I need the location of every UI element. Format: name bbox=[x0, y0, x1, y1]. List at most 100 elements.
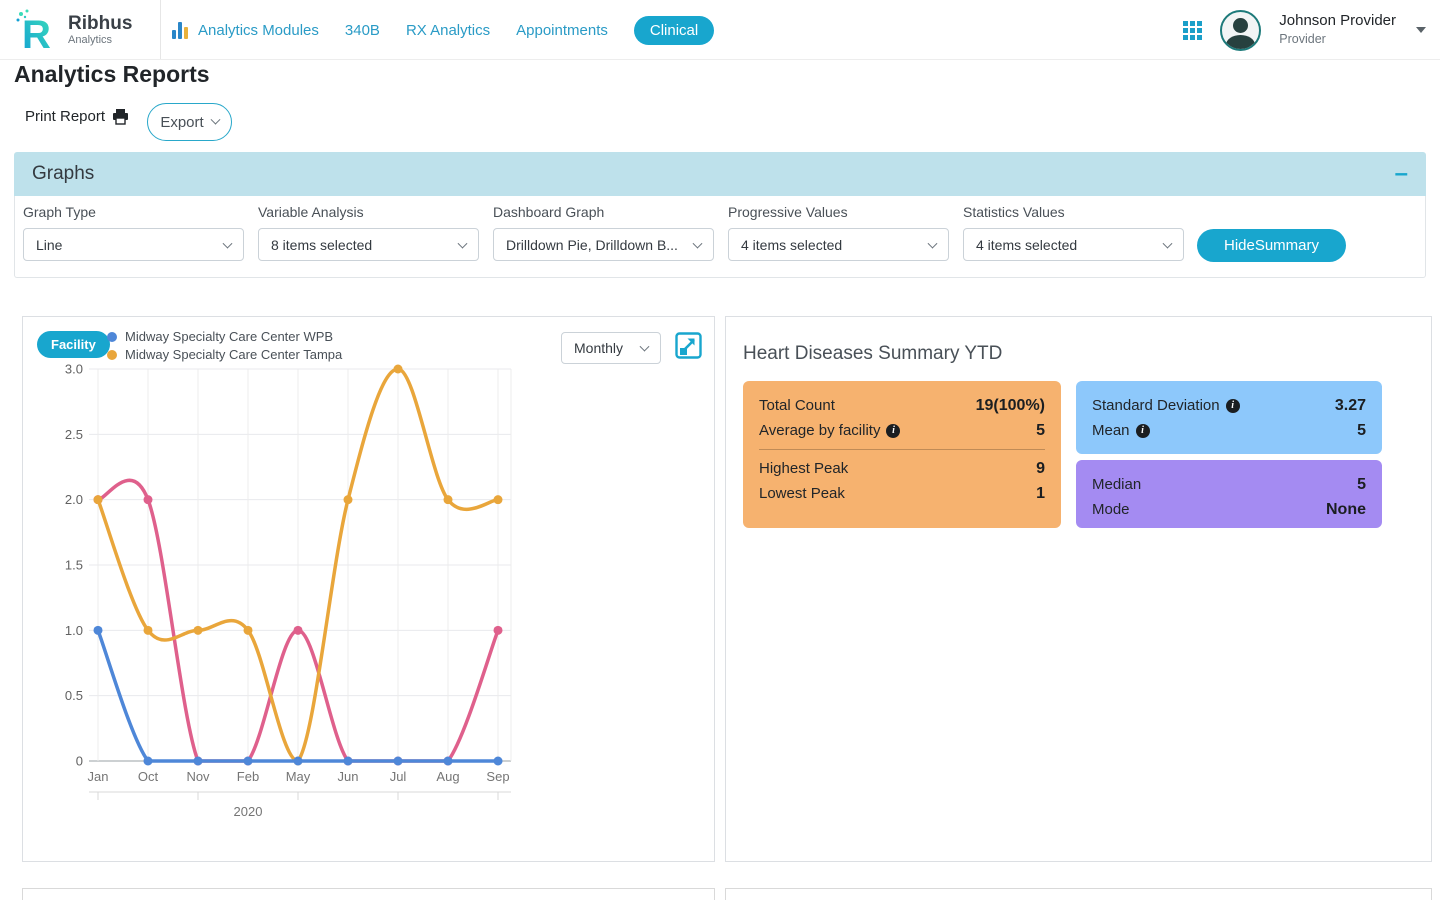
chevron-down-icon bbox=[1163, 238, 1173, 248]
facility-chart-panel: Facility Midway Specialty Care Center WP… bbox=[22, 316, 715, 862]
svg-text:0: 0 bbox=[76, 754, 83, 769]
statistics-values-select[interactable]: 4 items selected bbox=[963, 228, 1184, 261]
chevron-down-icon bbox=[640, 342, 650, 352]
row-label: Average by facility bbox=[759, 422, 880, 439]
apps-grid-icon[interactable] bbox=[1183, 21, 1202, 40]
svg-text:May: May bbox=[286, 769, 311, 784]
ribhus-logo-icon: R bbox=[14, 7, 60, 53]
svg-text:1.5: 1.5 bbox=[65, 558, 83, 573]
facility-trend-chart: 3.02.52.01.51.00.50JanOctNovFebMayJunJul… bbox=[43, 359, 693, 839]
summary-card-statistics: Standard Deviation i 3.27 Meani 5 bbox=[1076, 381, 1382, 454]
filter-graph-type: Graph Type Line bbox=[23, 204, 244, 261]
filter-variable-analysis: Variable Analysis 8 items selected bbox=[258, 204, 479, 261]
graphs-section-header[interactable]: Graphs – bbox=[14, 152, 1426, 196]
filter-statistics-values: Statistics Values 4 items selected bbox=[963, 204, 1184, 261]
summary-row-median: Median 5 bbox=[1092, 472, 1366, 497]
summary-card-median-mode: Median 5 Mode None bbox=[1076, 460, 1382, 528]
nav-item-analytics-modules[interactable]: Analytics Modules bbox=[198, 22, 319, 39]
svg-text:Nov: Nov bbox=[186, 769, 210, 784]
export-button[interactable]: Export bbox=[147, 103, 232, 141]
row-label: Mode bbox=[1092, 501, 1130, 518]
print-report-button[interactable]: Print Report bbox=[25, 108, 129, 125]
svg-text:3.0: 3.0 bbox=[65, 362, 83, 377]
chart-legend: Midway Specialty Care Center WPBMidway S… bbox=[107, 329, 342, 362]
variable-analysis-select[interactable]: 8 items selected bbox=[258, 228, 479, 261]
filter-label: Dashboard Graph bbox=[493, 204, 714, 220]
svg-text:2.5: 2.5 bbox=[65, 427, 83, 442]
statistics-values-value: 4 items selected bbox=[976, 237, 1077, 253]
variable-analysis-value: 8 items selected bbox=[271, 237, 372, 253]
legend-dot-icon bbox=[107, 350, 117, 360]
summary-title: Heart Diseases Summary YTD bbox=[743, 343, 1002, 365]
legend-label: Midway Specialty Care Center WPB bbox=[125, 329, 333, 344]
chevron-down-icon bbox=[458, 238, 468, 248]
nav-links: Analytics Modules 340B RX Analytics Appo… bbox=[172, 0, 714, 60]
filter-label: Statistics Values bbox=[963, 204, 1184, 220]
filter-dashboard-graph: Dashboard Graph Drilldown Pie, Drilldown… bbox=[493, 204, 714, 261]
facility-button[interactable]: Facility bbox=[37, 331, 110, 358]
row-value: 5 bbox=[1036, 422, 1045, 440]
row-label: Total Count bbox=[759, 397, 835, 414]
svg-text:1.0: 1.0 bbox=[65, 623, 83, 638]
collapse-minus-icon[interactable]: – bbox=[1395, 164, 1408, 184]
graphs-section-title: Graphs bbox=[32, 163, 94, 185]
row-value: 3.27 bbox=[1335, 397, 1366, 415]
brand-title: Ribhus bbox=[68, 14, 132, 34]
info-icon[interactable]: i bbox=[886, 424, 900, 438]
svg-text:Feb: Feb bbox=[237, 769, 259, 784]
progressive-values-select[interactable]: 4 items selected bbox=[728, 228, 949, 261]
svg-text:R: R bbox=[22, 13, 51, 53]
user-name: Johnson Provider bbox=[1279, 12, 1396, 30]
graph-type-select[interactable]: Line bbox=[23, 228, 244, 261]
row-value: 19(100%) bbox=[976, 397, 1045, 415]
row-value: 5 bbox=[1357, 422, 1366, 440]
legend-item[interactable]: Midway Specialty Care Center WPB bbox=[107, 329, 342, 344]
summary-row-lowest-peak: Lowest Peak 1 bbox=[759, 481, 1045, 506]
top-navbar: R Ribhus Analytics Analytics Modules 340… bbox=[0, 0, 1440, 60]
user-menu-caret-icon[interactable] bbox=[1416, 27, 1426, 33]
chevron-down-icon bbox=[693, 238, 703, 248]
print-report-label: Print Report bbox=[25, 108, 105, 125]
export-label: Export bbox=[160, 114, 203, 131]
expand-chart-button[interactable] bbox=[675, 332, 702, 359]
svg-text:0.5: 0.5 bbox=[65, 688, 83, 703]
summary-row-stddev: Standard Deviation i 3.27 bbox=[1092, 393, 1366, 418]
nav-item-340b[interactable]: 340B bbox=[345, 22, 380, 39]
summary-row-highest-peak: Highest Peak 9 bbox=[759, 456, 1045, 481]
nav-divider bbox=[160, 0, 161, 59]
user-avatar[interactable] bbox=[1220, 10, 1261, 51]
next-panel-left-stub bbox=[22, 888, 715, 900]
dashboard-graph-select[interactable]: Drilldown Pie, Drilldown B... bbox=[493, 228, 714, 261]
svg-text:2020: 2020 bbox=[234, 804, 263, 819]
nav-item-clinical-active[interactable]: Clinical bbox=[634, 16, 714, 45]
nav-item-rx-analytics[interactable]: RX Analytics bbox=[406, 22, 490, 39]
summary-row-mean: Meani 5 bbox=[1092, 418, 1366, 443]
info-icon[interactable]: i bbox=[1226, 399, 1240, 413]
row-value: 1 bbox=[1036, 485, 1045, 503]
filter-label: Progressive Values bbox=[728, 204, 949, 220]
summary-row-mode: Mode None bbox=[1092, 497, 1366, 522]
expand-icon bbox=[675, 332, 702, 359]
row-value: None bbox=[1326, 501, 1366, 519]
chevron-down-icon bbox=[928, 238, 938, 248]
hide-summary-button[interactable]: HideSummary bbox=[1197, 229, 1346, 262]
filter-progressive-values: Progressive Values 4 items selected bbox=[728, 204, 949, 261]
chevron-down-icon bbox=[210, 114, 220, 124]
row-label: Standard Deviation bbox=[1092, 397, 1220, 414]
info-icon[interactable]: i bbox=[1136, 424, 1150, 438]
svg-text:Oct: Oct bbox=[138, 769, 159, 784]
svg-text:Sep: Sep bbox=[486, 769, 509, 784]
row-value: 5 bbox=[1357, 476, 1366, 494]
printer-icon bbox=[112, 109, 129, 125]
page-title: Analytics Reports bbox=[14, 61, 210, 88]
user-info[interactable]: Johnson Provider Provider bbox=[1279, 12, 1396, 48]
svg-text:Jul: Jul bbox=[390, 769, 407, 784]
svg-text:2.0: 2.0 bbox=[65, 492, 83, 507]
brand-logo[interactable]: R Ribhus Analytics bbox=[14, 7, 132, 53]
nav-item-appointments[interactable]: Appointments bbox=[516, 22, 608, 39]
filter-label: Variable Analysis bbox=[258, 204, 479, 220]
card-divider bbox=[759, 449, 1045, 450]
summary-row-average: Average by facility i 5 bbox=[759, 418, 1045, 443]
filter-panel: Graph Type Line Variable Analysis 8 item… bbox=[14, 196, 1426, 278]
chevron-down-icon bbox=[223, 238, 233, 248]
